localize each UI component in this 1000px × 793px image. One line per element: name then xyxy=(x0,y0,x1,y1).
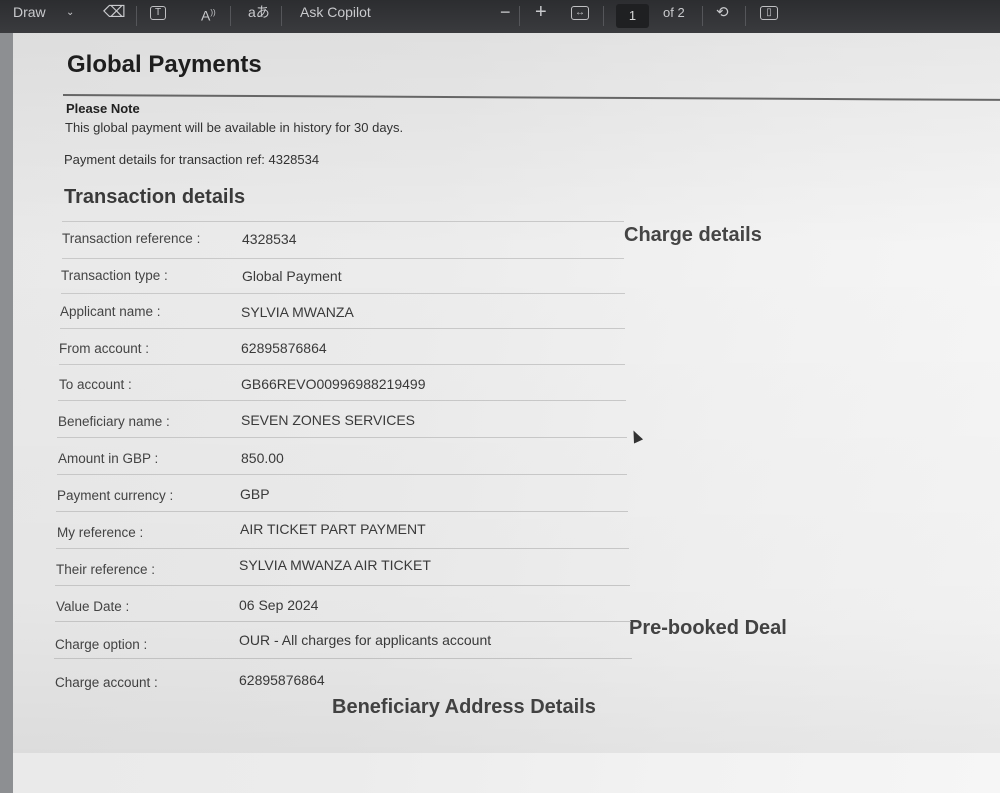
row-value-charge-option: OUR - All charges for applicants account xyxy=(239,632,492,648)
row-label-amount-gbp: Amount in GBP : xyxy=(58,451,159,466)
toolbar-divider xyxy=(603,6,604,26)
row-divider xyxy=(55,585,630,586)
row-divider xyxy=(59,364,625,365)
zoom-out-button[interactable]: − xyxy=(500,0,511,33)
page-title: Global Payments xyxy=(67,51,262,78)
ask-copilot-button[interactable]: Ask Copilot xyxy=(300,0,371,33)
transaction-details-heading: Transaction details xyxy=(64,186,246,208)
note-text: This global payment will be available in… xyxy=(65,120,404,135)
draw-button[interactable]: Draw xyxy=(13,0,46,33)
row-label-value-date: Value Date : xyxy=(56,599,130,614)
row-value-transaction-reference: 4328534 xyxy=(242,231,297,247)
toolbar-divider xyxy=(230,6,231,26)
toolbar-divider xyxy=(136,6,137,26)
text-box-icon[interactable]: T xyxy=(150,0,166,33)
row-value-payment-currency: GBP xyxy=(240,486,270,502)
row-divider xyxy=(56,511,628,512)
note-heading: Please Note xyxy=(66,101,140,116)
toolbar-divider xyxy=(281,6,282,26)
toolbar-divider xyxy=(519,6,520,26)
row-label-transaction-reference: Transaction reference : xyxy=(62,231,201,246)
row-label-their-reference: Their reference : xyxy=(56,562,156,577)
chevron-down-icon[interactable]: ⌄ xyxy=(66,0,74,33)
pdf-toolbar: Draw ⌄ ⌫ T A)) aあ Ask Copilot − + ↔ 1 of… xyxy=(0,0,1000,33)
row-label-transaction-type: Transaction type : xyxy=(61,268,168,283)
row-value-beneficiary-name: SEVEN ZONES SERVICES xyxy=(241,412,416,428)
row-label-beneficiary-name: Beneficiary name : xyxy=(58,414,170,429)
charge-details-heading: Charge details xyxy=(624,224,762,246)
row-value-amount-gbp: 850.00 xyxy=(241,450,284,466)
row-label-my-reference: My reference : xyxy=(57,525,144,540)
transaction-ref-line: Payment details for transaction ref: 432… xyxy=(64,152,320,167)
row-value-their-reference: SYLVIA MWANZA AIR TICKET xyxy=(239,557,431,573)
row-value-value-date: 06 Sep 2024 xyxy=(239,597,319,613)
row-divider xyxy=(62,221,624,222)
row-value-transaction-type: Global Payment xyxy=(242,268,342,284)
row-value-to-account: GB66REVO00996988219499 xyxy=(241,376,426,392)
row-divider xyxy=(57,437,627,438)
toolbar-divider xyxy=(745,6,746,26)
row-value-applicant-name: SYLVIA MWANZA xyxy=(241,304,354,320)
prebooked-deal-heading: Pre-booked Deal xyxy=(629,617,787,639)
row-label-charge-account: Charge account : xyxy=(55,675,158,690)
toolbar-divider xyxy=(702,6,703,26)
fit-page-icon[interactable]: ↔ xyxy=(571,0,589,33)
row-label-from-account: From account : xyxy=(59,341,150,356)
row-divider xyxy=(61,293,625,294)
row-divider xyxy=(58,400,626,401)
row-label-applicant-name: Applicant name : xyxy=(60,304,161,319)
translate-icon[interactable]: aあ xyxy=(248,0,270,33)
pdf-page xyxy=(13,33,1000,793)
rotate-icon[interactable]: ⟲ xyxy=(716,0,729,33)
row-value-charge-account: 62895876864 xyxy=(239,672,325,688)
row-label-to-account: To account : xyxy=(59,377,132,392)
row-divider xyxy=(55,621,631,622)
row-divider xyxy=(62,258,624,259)
row-value-my-reference: AIR TICKET PART PAYMENT xyxy=(240,521,426,537)
row-divider xyxy=(56,548,629,549)
zoom-in-button[interactable]: + xyxy=(535,0,547,33)
eraser-icon[interactable]: ⌫ xyxy=(103,0,126,33)
beneficiary-address-heading: Beneficiary Address Details xyxy=(332,696,596,718)
row-divider xyxy=(57,474,627,475)
read-aloud-icon[interactable]: A)) xyxy=(201,0,216,33)
row-divider xyxy=(54,658,632,659)
row-value-from-account: 62895876864 xyxy=(241,340,327,356)
row-divider xyxy=(60,328,625,329)
row-label-charge-option: Charge option : xyxy=(55,637,148,652)
page-view-icon[interactable]: ▯ xyxy=(760,0,778,33)
page-total: of 2 xyxy=(663,5,685,20)
page-number-input[interactable]: 1 xyxy=(616,4,649,28)
row-label-payment-currency: Payment currency : xyxy=(57,488,174,503)
